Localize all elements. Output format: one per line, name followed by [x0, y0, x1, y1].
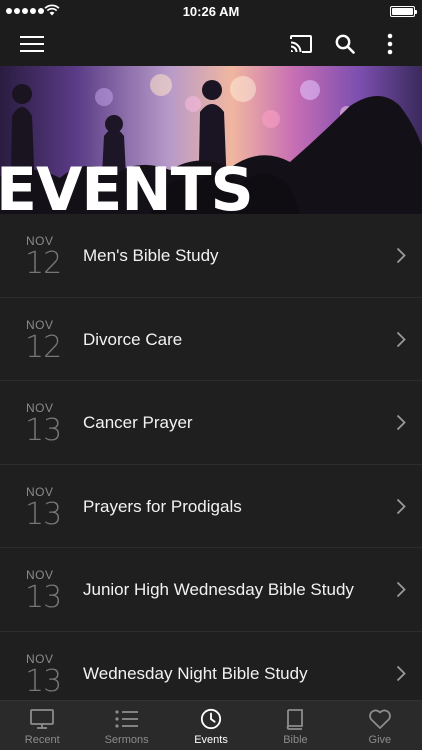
heart-icon	[368, 709, 391, 729]
search-button[interactable]	[330, 22, 360, 66]
cast-button[interactable]	[284, 22, 318, 66]
more-options-button[interactable]	[378, 22, 402, 66]
tab-give[interactable]: Give	[338, 701, 422, 750]
hamburger-menu-icon	[20, 36, 44, 52]
clock-icon	[200, 708, 222, 730]
list-icon	[115, 710, 138, 728]
event-title: Divorce Care	[83, 329, 183, 349]
cast-icon	[290, 35, 312, 53]
chevron-right-icon	[396, 498, 406, 514]
app-bar	[0, 22, 422, 66]
event-row[interactable]: NOV 13 Wednesday Night Bible Study	[0, 631, 422, 700]
tab-events[interactable]: Events	[169, 701, 253, 750]
event-title: Junior High Wednesday Bible Study	[83, 580, 354, 599]
tab-sermons[interactable]: Sermons	[84, 701, 168, 750]
tab-label: Sermons	[104, 734, 149, 746]
monitor-icon	[30, 709, 55, 729]
menu-button[interactable]	[14, 22, 50, 66]
status-bar: 10:26 AM	[0, 0, 422, 22]
status-time: 10:26 AM	[182, 4, 240, 19]
tab-label: Bible	[283, 734, 308, 746]
chevron-right-icon	[396, 665, 406, 681]
tab-label: Recent	[24, 734, 60, 746]
hero-title: EVENTS	[0, 155, 254, 214]
event-day: 12	[25, 246, 62, 281]
chevron-right-icon	[396, 414, 406, 431]
chevron-right-icon	[396, 581, 406, 598]
chevron-right-icon	[396, 247, 406, 264]
event-day: 13	[25, 413, 62, 448]
event-title: Men's Bible Study	[83, 246, 219, 265]
event-list: NOV 12 Men's Bible Study NOV 12 Divorce …	[0, 214, 422, 700]
book-icon	[287, 709, 304, 730]
events-hero-banner: EVENTS	[0, 66, 422, 214]
tab-bible[interactable]: Bible	[253, 701, 337, 750]
event-title: Prayers for Prodigals	[83, 496, 242, 516]
event-title: Wednesday Night Bible Study	[83, 663, 308, 683]
tab-label: Events	[194, 734, 228, 746]
battery-icon	[390, 6, 417, 17]
chevron-right-icon	[396, 331, 406, 347]
event-row[interactable]: NOV 13 Prayers for Prodigals	[0, 464, 422, 548]
event-day: 13	[25, 496, 62, 532]
event-day: 13	[25, 663, 62, 699]
tab-label: Give	[368, 734, 392, 746]
event-row[interactable]: NOV 13 Cancer Prayer	[0, 381, 422, 465]
tab-recent[interactable]: Recent	[0, 701, 84, 750]
event-row[interactable]: NOV 13 Junior High Wednesday Bible Study	[0, 548, 422, 632]
event-day: 12	[25, 329, 62, 365]
event-row[interactable]: NOV 12 Men's Bible Study	[0, 214, 422, 298]
event-day: 13	[25, 580, 62, 615]
search-icon	[335, 34, 355, 54]
event-row[interactable]: NOV 12 Divorce Care	[0, 297, 422, 381]
event-title: Cancer Prayer	[83, 413, 193, 432]
tab-bar: Recent Sermons Events Bible Give	[0, 700, 422, 750]
more-vertical-icon	[387, 33, 393, 55]
